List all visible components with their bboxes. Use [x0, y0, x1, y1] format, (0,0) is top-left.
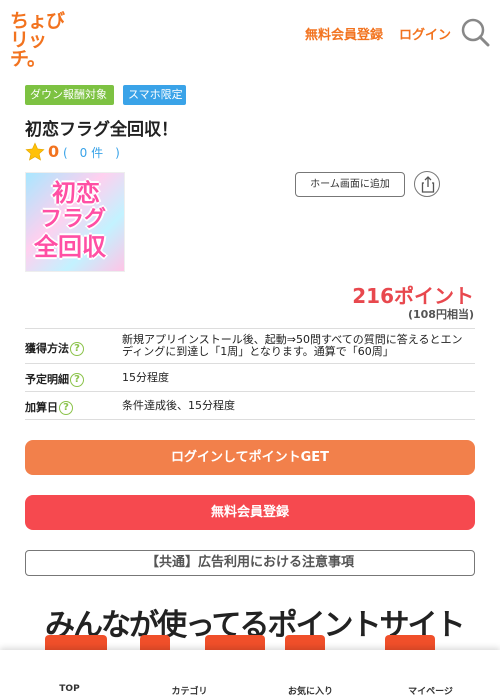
ad-notice-button[interactable]: 【共通】広告利用における注意事項	[25, 550, 475, 576]
help-icon[interactable]: ?	[59, 401, 73, 415]
nav-item-category[interactable]: カテゴリ	[127, 650, 252, 700]
info-value-schedule: 15分程度	[122, 371, 169, 384]
app-icon-text-1: 初恋	[52, 179, 100, 207]
badge-smartphone-only: スマホ限定	[123, 85, 186, 105]
rating-count[interactable]: ( 0 件 )	[63, 144, 120, 162]
info-key-label: 加算日	[25, 401, 58, 414]
header: ちょび リッチ。 無料会員登録 ログイン	[0, 0, 500, 69]
info-key-label: 予定明細	[25, 373, 69, 386]
header-register-link[interactable]: 無料会員登録	[305, 24, 383, 43]
nav-item-favorites[interactable]: お気に入り	[248, 650, 373, 700]
info-table: 獲得方法? 新規アプリインストール後、起動⇒50問すべての質問に答えるとエンディ…	[25, 328, 475, 420]
info-row-credit-date: 加算日? 条件達成後、15分程度	[25, 392, 475, 420]
help-icon[interactable]: ?	[70, 373, 84, 387]
help-icon[interactable]: ?	[70, 342, 84, 356]
info-key-label: 獲得方法	[25, 342, 69, 355]
yen-equivalent: (108円相当)	[407, 308, 474, 321]
nav-label-top: TOP	[59, 684, 80, 694]
login-get-points-button[interactable]: ログインしてポイントGET	[25, 440, 475, 475]
bottom-nav: TOP カテゴリ お気に入り マイページ	[0, 650, 500, 700]
nav-item-mypage[interactable]: マイページ	[368, 650, 493, 700]
nav-item-top[interactable]: TOP	[7, 650, 132, 700]
nav-label-category: カテゴリ	[171, 687, 208, 697]
info-key-method: 獲得方法?	[25, 340, 84, 356]
register-button[interactable]: 無料会員登録	[25, 495, 475, 530]
info-value-credit-date: 条件達成後、15分程度	[122, 399, 235, 412]
info-value-method: 新規アプリインストール後、起動⇒50問すべての質問に答えるとエンディングに到達し…	[122, 333, 463, 358]
info-row-method: 獲得方法? 新規アプリインストール後、起動⇒50問すべての質問に答えるとエンディ…	[25, 329, 475, 364]
info-row-schedule: 予定明細? 15分程度	[25, 364, 475, 392]
share-icon[interactable]	[414, 171, 440, 197]
app-icon: 初恋 フラグ 全回収	[25, 172, 125, 272]
info-key-credit-date: 加算日?	[25, 399, 73, 415]
offer-title: 初恋フラグ全回収！	[25, 120, 178, 140]
nav-label-favorites: お気に入り	[287, 687, 333, 697]
info-key-schedule: 予定明細?	[25, 371, 84, 387]
app-icon-text-2: フラグ	[40, 207, 107, 232]
rating-score: 0	[48, 142, 60, 161]
badge-download-reward: ダウン報酬対象	[25, 85, 114, 105]
logo[interactable]: ちょび リッチ。	[10, 12, 70, 69]
points-value: 216ポイント	[352, 284, 474, 308]
add-to-home-button[interactable]: ホーム画面に追加	[295, 172, 405, 197]
logo-line2: リッチ。	[10, 29, 47, 70]
search-icon[interactable]	[460, 17, 490, 47]
header-login-link[interactable]: ログイン	[399, 24, 451, 43]
app-icon-text-3: 全回収	[34, 233, 106, 261]
star-icon	[25, 142, 45, 161]
nav-label-mypage: マイページ	[408, 687, 453, 697]
